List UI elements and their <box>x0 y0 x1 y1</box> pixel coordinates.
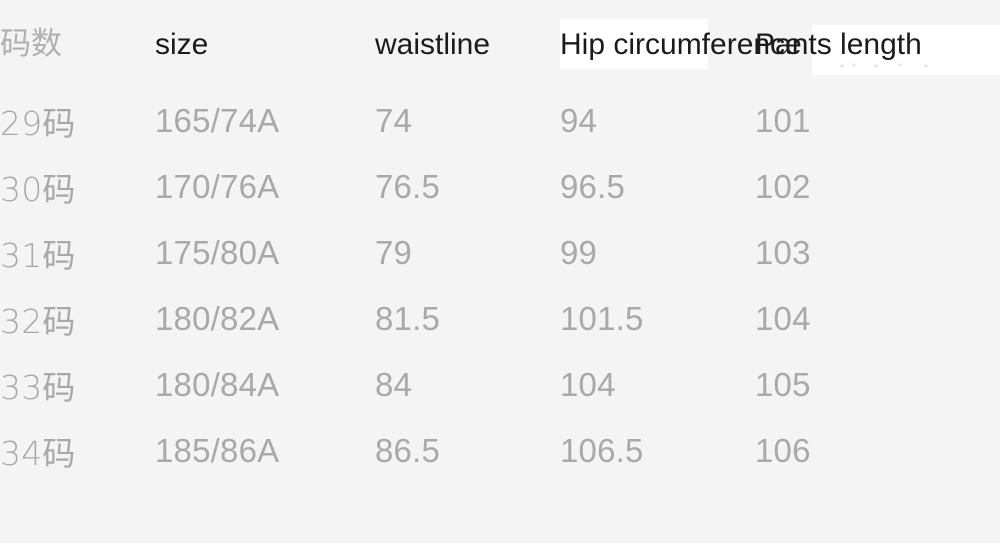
cell-length: 105 <box>755 366 811 403</box>
table-row: 32码 180/82A 81.5 101.5 104 <box>0 286 1000 352</box>
cell-length: 104 <box>755 300 811 337</box>
table-row: 34码 185/86A 86.5 106.5 106 <box>0 418 1000 484</box>
size-table: 码数 size waistline Hip circumference Pant… <box>0 0 1000 484</box>
cell-code: 33码 <box>0 368 76 407</box>
cell-waistline: 79 <box>375 234 413 271</box>
cell-waistline: 81.5 <box>375 300 441 337</box>
column-header-size-label: size <box>155 27 209 61</box>
header-row: 码数 size waistline Hip circumference Pant… <box>0 0 1000 88</box>
column-header-code: 码数 <box>0 0 155 88</box>
cell-code: 31码 <box>0 236 76 275</box>
cell-hip: 99 <box>560 234 598 271</box>
table-row: 30码 170/76A 76.5 96.5 102 <box>0 154 1000 220</box>
size-chart: 码数 size waistline Hip circumference Pant… <box>0 0 1000 543</box>
cell-code: 29码 <box>0 104 76 143</box>
cell-waistline: 86.5 <box>375 432 441 469</box>
column-header-waistline: waistline <box>375 0 560 88</box>
cell-code: 30码 <box>0 170 76 209</box>
cell-hip: 96.5 <box>560 168 626 205</box>
cell-length: 102 <box>755 168 811 205</box>
cell-size: 180/84A <box>155 366 280 403</box>
table-row: 31码 175/80A 79 99 103 <box>0 220 1000 286</box>
cell-code: 32码 <box>0 302 76 341</box>
column-header-hip: Hip circumference <box>560 0 802 88</box>
column-header-pants-length: Pants length <box>755 0 1000 88</box>
column-header-code-label: 码数 <box>0 25 62 62</box>
cell-waistline: 74 <box>375 102 413 139</box>
cell-length: 101 <box>755 102 811 139</box>
table-body: 29码 165/74A 74 94 101 30码 170/76A 76.5 9… <box>0 88 1000 484</box>
column-header-waistline-label: waistline <box>375 27 491 61</box>
cell-length: 106 <box>755 432 811 469</box>
cell-size: 165/74A <box>155 102 280 139</box>
cell-code: 34码 <box>0 434 76 473</box>
cell-length: 103 <box>755 234 811 271</box>
table-header: 码数 size waistline Hip circumference Pant… <box>0 0 1000 88</box>
cell-waistline: 76.5 <box>375 168 441 205</box>
cell-waistline: 84 <box>375 366 413 403</box>
cell-hip: 106.5 <box>560 432 644 469</box>
cell-size: 180/82A <box>155 300 280 337</box>
column-header-size: size <box>155 0 375 88</box>
table-row: 33码 180/84A 84 104 105 <box>0 352 1000 418</box>
cell-hip: 101.5 <box>560 300 644 337</box>
table-row: 29码 165/74A 74 94 101 <box>0 88 1000 154</box>
cell-hip: 104 <box>560 366 616 403</box>
cell-size: 185/86A <box>155 432 280 469</box>
cell-hip: 94 <box>560 102 598 139</box>
cell-size: 175/80A <box>155 234 280 271</box>
cell-size: 170/76A <box>155 168 280 205</box>
column-header-pants-length-label: Pants length <box>755 27 922 61</box>
